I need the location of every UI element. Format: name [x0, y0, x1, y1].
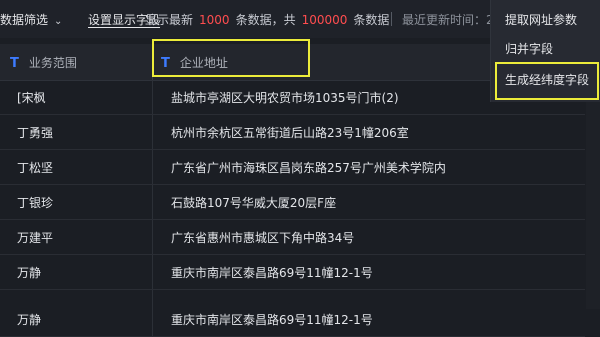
- total-count: 100000: [301, 13, 348, 27]
- table-row[interactable]: 万静 重庆市南岸区泰昌路69号11幢12-1号: [0, 302, 585, 337]
- menu-item-generate-coordinates[interactable]: 生成经纬度字段: [505, 71, 589, 88]
- chevron-down-icon: ⌄: [54, 16, 63, 27]
- cell-divider: [152, 302, 153, 336]
- cell-name: 丁勇强: [17, 126, 54, 140]
- cell-divider: [152, 185, 153, 219]
- last-updated-label: 最近更新时间：2: [402, 13, 494, 27]
- cell-divider: [152, 255, 153, 289]
- cell-address: 广东省广州市海珠区昌岗东路257号广州美术学院内: [171, 161, 446, 175]
- table-row[interactable]: 丁银珍 石鼓路107号华威大厦20层F座: [0, 185, 585, 220]
- table-row[interactable]: 万静 重庆市南岸区泰昌路69号11幢12-1号: [0, 255, 585, 290]
- vertical-scrollbar[interactable]: [586, 80, 600, 309]
- cell-name: 丁银珍: [17, 196, 54, 210]
- cell-name: [宋枫: [17, 91, 46, 105]
- text-type-icon: T: [161, 56, 170, 71]
- cell-name: 万静: [17, 266, 42, 280]
- cell-divider: [152, 220, 153, 254]
- table-row[interactable]: 丁勇强 杭州市余杭区五常街道后山路23号1幢206室: [0, 115, 585, 150]
- cell-name: 万静: [17, 313, 42, 327]
- summary-prefix: 显示最新: [145, 13, 194, 27]
- data-filter-label: 数据筛选: [0, 13, 49, 27]
- cell-name: 万建平: [17, 231, 54, 245]
- text-type-icon: T: [10, 56, 19, 71]
- field-actions-menu: 提取网址参数 归并字段 生成经纬度字段: [490, 0, 600, 102]
- column-divider[interactable]: [152, 44, 153, 80]
- menu-item-extract-url-params[interactable]: 提取网址参数: [505, 11, 577, 28]
- summary-mid: 条数据，共: [235, 13, 296, 27]
- cell-divider: [152, 290, 153, 302]
- cell-address: 杭州市余杭区五常街道后山路23号1幢206室: [171, 126, 409, 140]
- cell-address: 盐城市亭湖区大明农贸市场1035号门市(2): [171, 91, 399, 105]
- row-spacer: [0, 290, 585, 302]
- toolbar-divider: [391, 12, 392, 26]
- table-row[interactable]: 万建平 广东省惠州市惠城区下角中路34号: [0, 220, 585, 255]
- summary-suffix: 条数据: [353, 13, 390, 27]
- table-body: [宋枫 盐城市亭湖区大明农贸市场1035号门市(2) 丁勇强 杭州市余杭区五常街…: [0, 80, 585, 337]
- column-header-label: 企业地址: [179, 56, 228, 70]
- cell-address: 广东省惠州市惠城区下角中路34号: [171, 231, 355, 245]
- cell-divider: [152, 115, 153, 149]
- cell-divider: [152, 150, 153, 184]
- cell-address: 重庆市南岸区泰昌路69号11幢12-1号: [171, 313, 373, 327]
- cell-name: 丁松坚: [17, 161, 54, 175]
- data-summary: 显示最新 1000 条数据，共 100000 条数据: [145, 11, 389, 28]
- column-header-company-address[interactable]: T 企业地址: [161, 54, 228, 71]
- cell-address: 重庆市南岸区泰昌路69号11幢12-1号: [171, 266, 373, 280]
- cell-divider: [152, 80, 153, 114]
- cell-address: 石鼓路107号华威大厦20层F座: [171, 196, 337, 210]
- table-row[interactable]: 丁松坚 广东省广州市海珠区昌岗东路257号广州美术学院内: [0, 150, 585, 185]
- column-header-business-scope[interactable]: T 业务范围: [10, 54, 77, 71]
- column-header-label: 业务范围: [28, 56, 77, 70]
- menu-item-merge-fields[interactable]: 归并字段: [505, 40, 553, 57]
- data-filter-button[interactable]: 数据筛选 ⌄: [0, 11, 62, 28]
- shown-count: 1000: [199, 13, 230, 27]
